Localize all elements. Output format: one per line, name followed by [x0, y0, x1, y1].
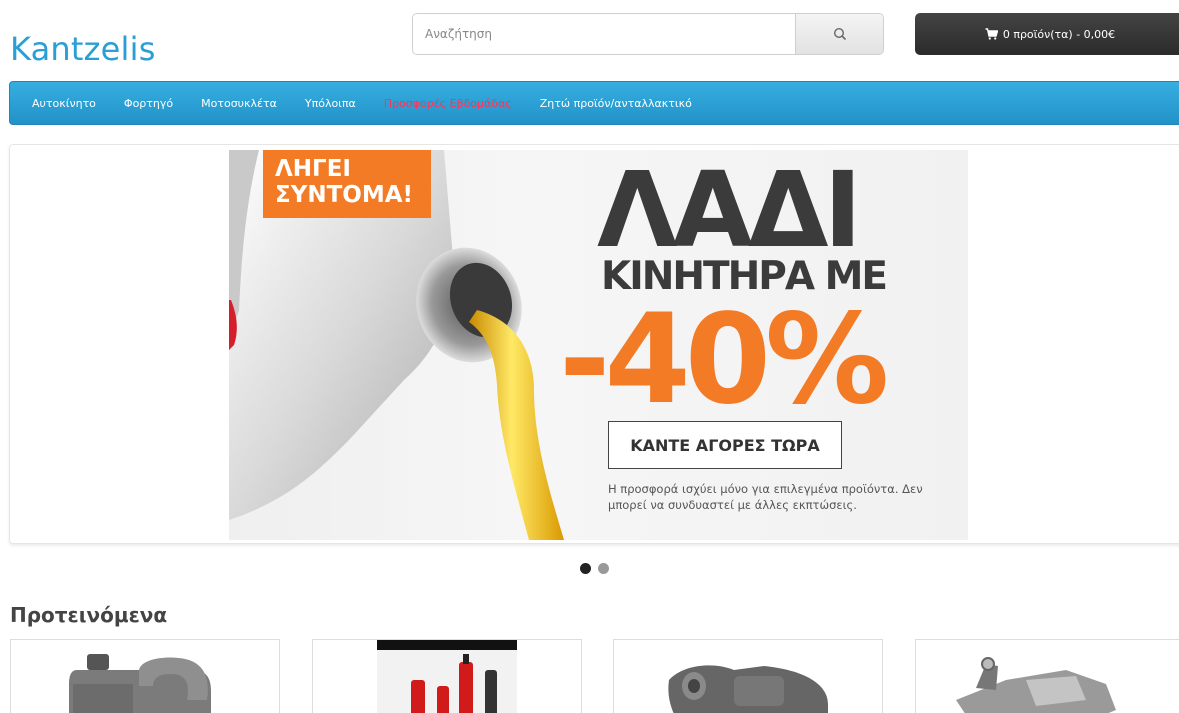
promo-banner[interactable]: ΛΗΓΕΙ ΣΥΝΤΟΜΑ! ΛΑΔΙ ΚΙΝΗΤΗΡΑ ΜΕ -40% ΚΑΝ… [229, 150, 968, 540]
engine-part-image [668, 665, 828, 713]
product-card[interactable] [613, 639, 883, 713]
nav-item-truck[interactable]: Φορτηγό [124, 97, 173, 110]
search-button[interactable] [795, 14, 883, 54]
promo-discount: -40% [559, 288, 889, 432]
slide-dot-2[interactable] [598, 563, 609, 574]
promo-badge: ΛΗΓΕΙ ΣΥΝΤΟΜΑ! [263, 150, 431, 218]
nav-item-car[interactable]: Αυτοκίνητο [32, 97, 96, 110]
cart-icon [985, 28, 998, 40]
featured-title: Προτεινόμενα [10, 603, 168, 627]
engine-mount-image [956, 657, 1116, 713]
slider-pagination [580, 563, 609, 574]
main-nav: Αυτοκίνητο Φορτηγό Μοτοσυκλέτα Υπόλοιπα … [9, 81, 1179, 125]
cart-button[interactable]: 0 προϊόν(τα) - 0,00€ [915, 13, 1179, 55]
oil-can-image [69, 654, 211, 713]
slide-dot-1[interactable] [580, 563, 591, 574]
hero-slider[interactable]: ΛΗΓΕΙ ΣΥΝΤΟΜΑ! ΛΑΔΙ ΚΙΝΗΤΗΡΑ ΜΕ -40% ΚΑΝ… [9, 144, 1179, 544]
search-input[interactable] [413, 14, 795, 54]
nav-item-request-part[interactable]: Ζητώ προϊόν/ανταλλακτικό [540, 97, 692, 110]
nav-item-motorcycle[interactable]: Μοτοσυκλέτα [201, 97, 277, 110]
search-bar [412, 13, 884, 55]
product-card[interactable] [10, 639, 280, 713]
search-icon [833, 27, 846, 41]
promo-headline: ΛΑΔΙ [597, 150, 862, 271]
nav-item-other[interactable]: Υπόλοιπα [305, 97, 356, 110]
site-logo[interactable]: Kantzelis [10, 30, 156, 68]
cart-summary: 0 προϊόν(τα) - 0,00€ [1002, 27, 1116, 41]
product-card[interactable] [915, 639, 1179, 713]
shock-absorbers-image [377, 640, 517, 713]
product-card[interactable] [312, 639, 582, 713]
shop-now-button[interactable]: ΚΑΝΤΕ ΑΓΟΡΕΣ ΤΩΡΑ [608, 421, 842, 469]
nav-item-weekly-offers[interactable]: Προσφορές Εβδομάδας [384, 97, 512, 110]
promo-disclaimer: Η προσφορά ισχύει μόνο για επιλεγμένα πρ… [608, 482, 923, 512]
